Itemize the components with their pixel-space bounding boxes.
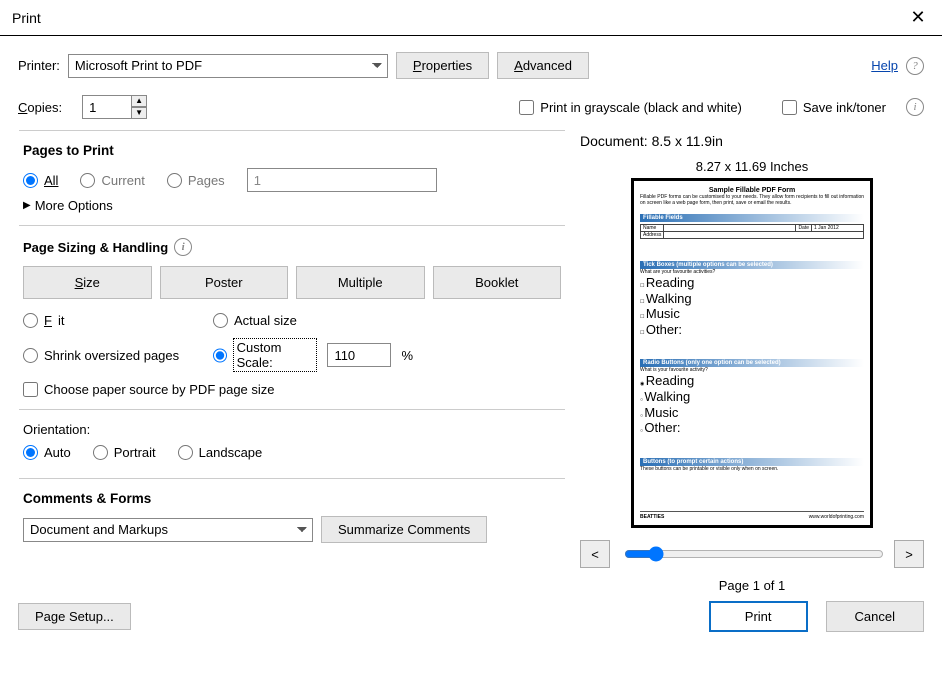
document-dimensions: Document: 8.5 x 11.9in bbox=[580, 133, 723, 149]
page-setup-button[interactable]: Page Setup... bbox=[18, 603, 131, 630]
fit-radio[interactable]: Fit bbox=[23, 313, 213, 328]
window-title: Print bbox=[12, 10, 41, 26]
preview-zoom-slider[interactable] bbox=[622, 544, 882, 565]
copies-down-button[interactable]: ▼ bbox=[131, 107, 147, 119]
close-icon[interactable]: ✕ bbox=[906, 6, 930, 30]
percent-label: % bbox=[401, 348, 413, 363]
orientation-portrait-radio[interactable]: Portrait bbox=[93, 445, 156, 460]
comments-forms-title: Comments & Forms bbox=[23, 491, 561, 506]
comments-forms-select[interactable]: Document and Markups bbox=[23, 518, 313, 542]
properties-button[interactable]: Properties bbox=[396, 52, 489, 79]
shrink-radio[interactable]: Shrink oversized pages bbox=[23, 348, 213, 363]
print-button[interactable]: Print bbox=[709, 601, 808, 632]
copies-input[interactable] bbox=[82, 95, 132, 119]
actual-size-radio[interactable]: Actual size bbox=[213, 313, 413, 328]
custom-scale-radio[interactable]: Custom Scale: bbox=[213, 338, 317, 372]
orientation-title: Orientation: bbox=[23, 422, 561, 437]
copies-up-button[interactable]: ▲ bbox=[131, 95, 147, 107]
printer-label: Printer: bbox=[18, 58, 60, 73]
pages-range-radio[interactable]: Pages bbox=[167, 173, 225, 188]
printer-select[interactable]: Microsoft Print to PDF bbox=[68, 54, 388, 78]
info-icon[interactable]: i bbox=[906, 98, 924, 116]
info-icon[interactable]: i bbox=[174, 238, 192, 256]
paper-dimensions: 8.27 x 11.69 Inches bbox=[696, 159, 809, 174]
pages-to-print-title: Pages to Print bbox=[23, 143, 561, 158]
save-ink-checkbox[interactable]: Save ink/toner bbox=[782, 100, 886, 115]
size-button[interactable]: Size bbox=[23, 266, 152, 299]
help-link[interactable]: Help bbox=[871, 58, 898, 73]
print-preview: Sample Fillable PDF Form Fillable PDF fo… bbox=[631, 178, 873, 528]
poster-button[interactable]: Poster bbox=[160, 266, 289, 299]
grayscale-checkbox[interactable]: Print in grayscale (black and white) bbox=[519, 100, 742, 115]
pages-all-radio[interactable]: All bbox=[23, 173, 58, 188]
page-indicator: Page 1 of 1 bbox=[719, 578, 786, 593]
more-options-disclosure[interactable]: ▶ More Options bbox=[23, 198, 561, 213]
pages-current-radio[interactable]: Current bbox=[80, 173, 144, 188]
pages-range-input[interactable] bbox=[247, 168, 437, 192]
sizing-title: Page Sizing & Handling bbox=[23, 240, 168, 255]
help-icon[interactable]: ? bbox=[906, 57, 924, 75]
copies-label: Copies: bbox=[18, 100, 62, 115]
booklet-button[interactable]: Booklet bbox=[433, 266, 562, 299]
custom-scale-input[interactable] bbox=[327, 343, 391, 367]
preview-next-button[interactable]: > bbox=[894, 540, 924, 568]
chevron-right-icon: ▶ bbox=[23, 200, 31, 211]
preview-prev-button[interactable]: < bbox=[580, 540, 610, 568]
summarize-comments-button[interactable]: Summarize Comments bbox=[321, 516, 487, 543]
cancel-button[interactable]: Cancel bbox=[826, 601, 924, 632]
paper-source-checkbox[interactable]: Choose paper source by PDF page size bbox=[23, 382, 561, 397]
advanced-button[interactable]: Advanced bbox=[497, 52, 589, 79]
orientation-landscape-radio[interactable]: Landscape bbox=[178, 445, 263, 460]
orientation-auto-radio[interactable]: Auto bbox=[23, 445, 71, 460]
multiple-button[interactable]: Multiple bbox=[296, 266, 425, 299]
